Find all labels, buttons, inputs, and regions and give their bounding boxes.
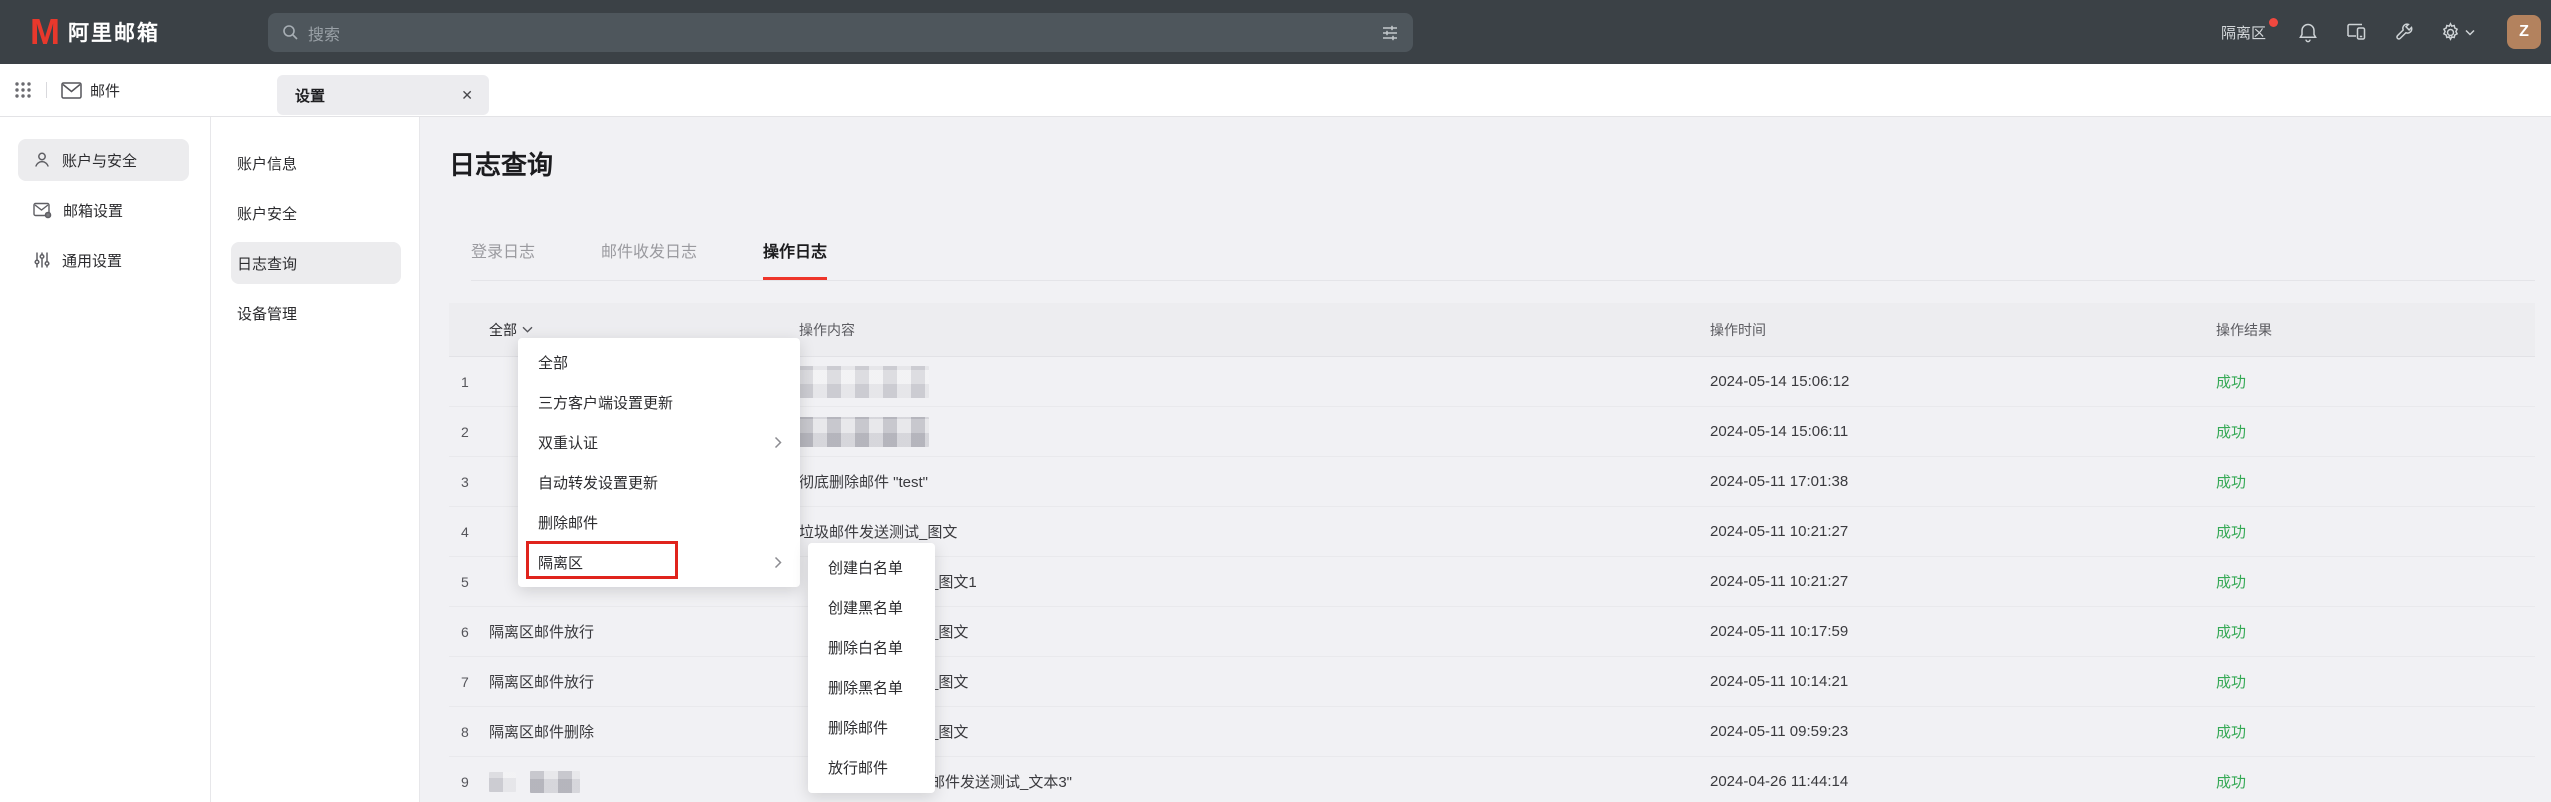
gear-icon (2440, 22, 2461, 43)
chevron-right-icon (774, 556, 782, 569)
tab-operation-log[interactable]: 操作日志 (763, 238, 827, 280)
submenu-item-create-blacklist[interactable]: 创建黑名单 (808, 587, 935, 627)
censored-block (799, 366, 929, 398)
sidebar-item-mailbox-settings[interactable]: 邮箱设置 (18, 189, 189, 231)
brand-logo: M 阿里邮箱 (30, 14, 160, 50)
chevron-down-icon (2465, 29, 2475, 36)
subnav-item-device-management[interactable]: 设备管理 (231, 292, 401, 334)
subnav-item-account-safety[interactable]: 账户安全 (231, 192, 401, 234)
mail-icon (61, 82, 82, 99)
wrench-icon[interactable] (2392, 20, 2416, 44)
sliders-icon (33, 251, 51, 269)
censored-block (799, 417, 929, 447)
status-success: 成功 (2216, 521, 2535, 542)
tab-send-receive-log[interactable]: 邮件收发日志 (601, 238, 697, 280)
status-success: 成功 (2216, 371, 2535, 392)
status-success: 成功 (2216, 621, 2535, 642)
sidebar-item-label: 邮箱设置 (63, 200, 123, 221)
subnav-item-account-info[interactable]: 账户信息 (231, 142, 401, 184)
status-success: 成功 (2216, 471, 2535, 492)
column-header-result: 操作结果 (2216, 320, 2535, 340)
status-success: 成功 (2216, 421, 2535, 442)
table-row: 9 圾邮件发送测试_文本3" 2024-04-26 11:44:14 成功 (449, 757, 2535, 802)
app-grid-icon[interactable] (14, 81, 32, 99)
table-row: 6 隔离区邮件放行 式_图文 2024-05-11 10:17:59 成功 (449, 607, 2535, 657)
submenu-item-delete-mail[interactable]: 删除邮件 (808, 707, 935, 747)
divider (46, 82, 47, 98)
notification-dot (2269, 18, 2278, 27)
table-row: 8 隔离区邮件删除 式_图文 2024-05-11 09:59:23 成功 (449, 707, 2535, 757)
menu-item-quarantine[interactable]: 隔离区 (518, 542, 800, 582)
subnav-item-log-query[interactable]: 日志查询 (231, 242, 401, 284)
mail-home-button[interactable]: 邮件 (61, 80, 120, 101)
devices-icon[interactable] (2344, 20, 2368, 44)
caret-down-icon (522, 326, 533, 333)
censored-block (489, 772, 516, 792)
app-window: M 阿里邮箱 搜索 隔离区 (0, 0, 2551, 802)
menu-item-auto-forward[interactable]: 自动转发设置更新 (518, 462, 800, 502)
sidebar-item-account-security[interactable]: 账户与安全 (18, 139, 189, 181)
account-security-subnav: 账户信息 账户安全 日志查询 设备管理 (211, 117, 420, 802)
brand-m-icon: M (30, 14, 58, 50)
person-icon (33, 151, 51, 169)
tab-settings-label: 设置 (295, 85, 461, 106)
avatar[interactable]: Z (2507, 15, 2541, 49)
app-name: 阿里邮箱 (68, 17, 160, 47)
submenu-item-delete-whitelist[interactable]: 删除白名单 (808, 627, 935, 667)
settings-menu[interactable] (2440, 22, 2475, 43)
log-tabs: 登录日志 邮件收发日志 操作日志 (471, 238, 2535, 281)
close-icon[interactable]: ✕ (461, 88, 473, 102)
column-header-content: 操作内容 (799, 320, 1710, 340)
table-row: 7 隔离区邮件放行 式_图文 2024-05-11 10:14:21 成功 (449, 657, 2535, 707)
app-tabrow: 邮件 设置 ✕ (0, 64, 2551, 117)
search-placeholder: 搜索 (308, 21, 1381, 45)
tab-login-log[interactable]: 登录日志 (471, 238, 535, 280)
menu-item-third-party-client[interactable]: 三方客户端设置更新 (518, 382, 800, 422)
menu-item-delete-mail[interactable]: 删除邮件 (518, 502, 800, 542)
submenu-item-delete-blacklist[interactable]: 删除黑名单 (808, 667, 935, 707)
topbar: M 阿里邮箱 搜索 隔离区 (0, 0, 2551, 64)
quarantine-submenu: 创建白名单 创建黑名单 删除白名单 删除黑名单 删除邮件 放行邮件 (808, 543, 935, 793)
advanced-search-icon[interactable] (1381, 24, 1399, 42)
status-success: 成功 (2216, 671, 2535, 692)
tab-settings[interactable]: 设置 ✕ (277, 75, 489, 115)
status-success: 成功 (2216, 571, 2535, 592)
menu-item-all[interactable]: 全部 (518, 342, 800, 382)
quarantine-link[interactable]: 隔离区 (2221, 22, 2272, 43)
settings-sidebar: 账户与安全 邮箱设置 通用设置 (0, 117, 211, 802)
type-filter-dropdown[interactable]: 全部 (489, 320, 799, 340)
submenu-item-release-mail[interactable]: 放行邮件 (808, 747, 935, 787)
search-icon (282, 24, 299, 41)
sidebar-item-general-settings[interactable]: 通用设置 (18, 239, 189, 281)
topbar-actions: 隔离区 (2221, 0, 2541, 64)
status-success: 成功 (2216, 771, 2535, 792)
mail-gear-icon (33, 202, 52, 219)
sidebar-item-label: 账户与安全 (62, 150, 137, 171)
bell-icon[interactable] (2296, 20, 2320, 44)
type-filter-menu: 全部 三方客户端设置更新 双重认证 自动转发设置更新 删除邮件 隔离区 (518, 338, 800, 587)
censored-block (530, 771, 580, 793)
status-success: 成功 (2216, 721, 2535, 742)
menu-item-two-factor[interactable]: 双重认证 (518, 422, 800, 462)
search-input[interactable]: 搜索 (268, 13, 1413, 52)
sidebar-item-label: 通用设置 (62, 250, 122, 271)
chevron-right-icon (774, 436, 782, 449)
submenu-item-create-whitelist[interactable]: 创建白名单 (808, 547, 935, 587)
page-title: 日志查询 (449, 147, 2535, 183)
column-header-time: 操作时间 (1710, 320, 2216, 340)
